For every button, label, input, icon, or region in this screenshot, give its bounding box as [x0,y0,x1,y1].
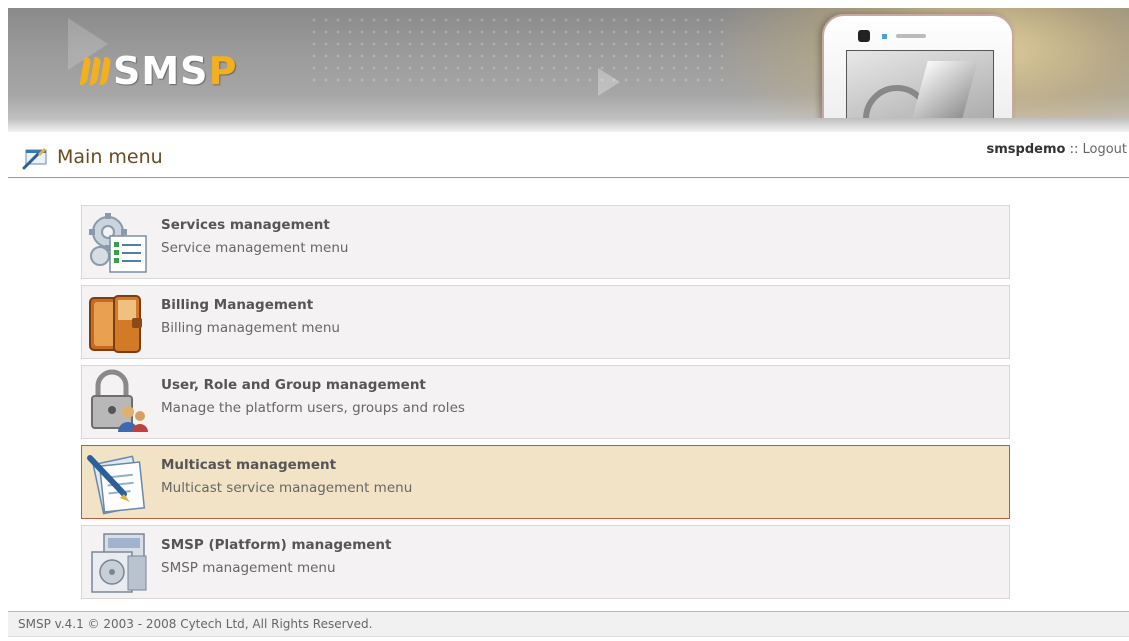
footer: SMSP v.4.1 © 2003 - 2008 Cytech Ltd, All… [8,611,1129,637]
services-gear-checklist-icon [89,213,147,273]
menu-item-multicast-management[interactable]: Multicast management Multicast service m… [81,445,1010,519]
menu-item-title: Billing Management [161,297,314,313]
menu-item-user-role-group-management[interactable]: User, Role and Group management Manage t… [81,365,1010,439]
banner-bottom-stripe [8,118,1129,132]
menu-item-title: SMSP (Platform) management [161,537,392,553]
user-bar: smspdemo :: Logout [987,142,1127,157]
logout-link[interactable]: Logout [1082,142,1127,157]
userbar-separator: :: [1065,142,1083,157]
menu-item-description: Manage the platform users, groups and ro… [161,400,465,416]
logo-bars-icon [79,57,112,85]
smsp-logo: SMSP [79,49,238,93]
menu-item-billing-management[interactable]: Billing Management Billing management me… [81,285,1010,359]
copyright-text: SMSP v.4.1 © 2003 - 2008 Cytech Ltd, All… [18,617,373,631]
main-menu-list: Services management Service management m… [81,205,1010,605]
menu-item-smsp-platform-management[interactable]: SMSP (Platform) management SMSP manageme… [81,525,1010,599]
menu-item-services-management[interactable]: Services management Service management m… [81,205,1010,279]
menu-item-description: Billing management menu [161,320,340,336]
logo-text-accent: P [208,49,238,93]
phone-illustration [822,14,1014,132]
padlock-users-icon [91,369,148,432]
menu-item-description: Service management menu [161,240,349,256]
menu-icon [22,148,47,170]
platform-box-icon [91,533,147,593]
menu-item-description: SMSP management menu [161,560,336,576]
wallet-icon [89,295,142,353]
banner-dot-pattern [308,14,728,84]
menu-item-title: Multicast management [161,457,337,473]
page-title: Main menu [57,146,163,168]
logo-text: SMS [113,49,209,93]
username: smspdemo [986,142,1066,157]
banner-arrow-decoration [598,68,620,96]
title-bar: Main menu smspdemo :: Logout [8,132,1129,178]
menu-item-description: Multicast service management menu [161,480,413,496]
header-banner: SMSP [8,8,1129,132]
menu-item-title: Services management [161,217,330,233]
menu-item-title: User, Role and Group management [161,377,426,393]
pen-document-icon [87,455,146,515]
